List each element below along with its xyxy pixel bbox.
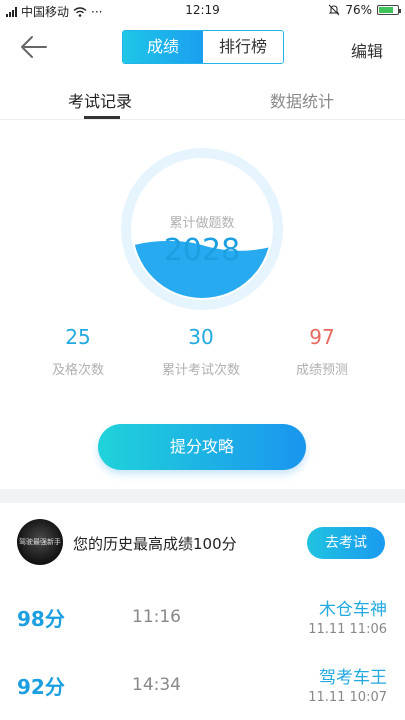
best-score-text: 您的历史最高成绩100分 <box>73 535 237 553</box>
tab-leaderboard[interactable]: 排行榜 <box>203 31 283 63</box>
record-date: 11.11 10:07 <box>308 690 387 705</box>
record-score: 98分 <box>17 607 65 631</box>
tab-active-indicator <box>84 116 120 119</box>
back-button[interactable] <box>18 32 52 62</box>
mute-icon <box>328 4 340 16</box>
segment-control: 成绩 排行榜 <box>122 30 284 64</box>
record-date: 11.11 11:06 <box>308 622 387 637</box>
tab-exam-records[interactable]: 考试记录 <box>68 88 132 112</box>
avatar[interactable]: 驾驶最强新手 <box>17 519 63 565</box>
tab-data-stats[interactable]: 数据统计 <box>270 88 334 112</box>
record-title: 木仓车神 <box>319 600 387 620</box>
improve-strategy-button[interactable]: 提分攻略 <box>98 424 306 470</box>
record-duration: 11:16 <box>132 607 181 627</box>
battery-text: 76% <box>345 3 372 17</box>
battery-icon <box>377 5 401 15</box>
stat-value: 30 <box>188 325 214 349</box>
tab-score[interactable]: 成绩 <box>123 31 203 63</box>
battery-fill <box>379 7 393 13</box>
list-item[interactable]: 92分 14:34 驾考车王 11.11 10:07 <box>0 651 405 719</box>
record-title: 驾考车王 <box>319 668 387 688</box>
stat-value: 97 <box>309 325 335 349</box>
status-right: 76% <box>328 3 401 17</box>
go-exam-button[interactable]: 去考试 <box>307 527 385 559</box>
arrow-left-icon <box>21 36 47 58</box>
stat-label: 及格次数 <box>51 363 104 378</box>
edit-button[interactable]: 编辑 <box>351 38 383 62</box>
history-header: 驾驶最强新手 您的历史最高成绩100分 去考试 <box>0 503 405 583</box>
sub-tabs: 考试记录 数据统计 <box>0 78 405 120</box>
stat-label: 成绩预测 <box>295 363 348 378</box>
question-count-gauge: 累计做题数 2028 <box>120 147 284 311</box>
gauge-value: 2028 <box>163 233 241 268</box>
section-divider <box>0 489 405 503</box>
record-list: 98分 11:16 木仓车神 11.11 11:06 92分 14:34 驾考车… <box>0 583 405 719</box>
stat-value: 25 <box>65 325 91 349</box>
status-bar: 中国移动 ··· 12:19 76% <box>0 0 405 22</box>
stat-label: 累计考试次数 <box>161 363 240 378</box>
record-score: 92分 <box>17 675 65 699</box>
list-item[interactable]: 98分 11:16 木仓车神 11.11 11:06 <box>0 583 405 651</box>
record-duration: 14:34 <box>132 675 181 695</box>
avatar-text: 驾驶最强新手 <box>19 538 61 546</box>
stat-score-prediction: 97 成绩预测 <box>262 325 382 378</box>
stat-pass-count: 25 及格次数 <box>18 325 138 378</box>
header: 成绩 排行榜 编辑 <box>0 22 405 72</box>
stat-exam-count: 30 累计考试次数 <box>141 325 261 378</box>
stats-row: 25 及格次数 30 累计考试次数 97 成绩预测 <box>0 325 405 385</box>
gauge-label: 累计做题数 <box>169 216 235 231</box>
stats-panel: 累计做题数 2028 25 及格次数 30 累计考试次数 97 成绩预测 提分攻… <box>0 121 405 489</box>
